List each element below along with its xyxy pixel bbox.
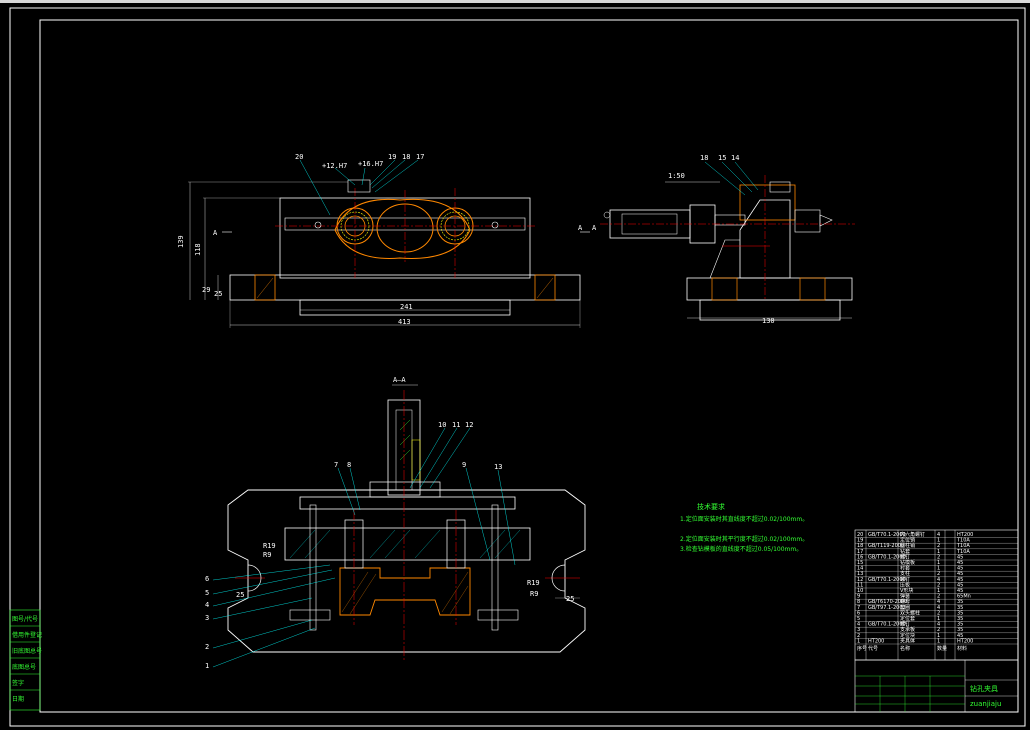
front-balloon-h7-12: +12.H7	[322, 162, 347, 170]
cad-drawing-canvas: 图号/代号 借用件登记 旧底图总号 底图总号 签字 日期 139 118 29 …	[0, 0, 1030, 727]
front-balloon-18: 18	[402, 153, 410, 161]
drawing-title: 钻孔夹具	[970, 684, 998, 693]
dim-radius-l: R19	[263, 542, 276, 550]
section-balloon-8: 8	[347, 461, 351, 469]
outer-frame	[9, 7, 1026, 727]
tech-requirements: 技术要求 1.定位面安装时其直线度不超过0.02/100mm。 2.定位面安装时…	[680, 502, 808, 553]
left-tab-1: 图号/代号	[12, 615, 38, 623]
side-balloon-14: 14	[731, 154, 739, 162]
dim-left-25: 25	[236, 591, 244, 599]
bom-cell: 1	[857, 638, 860, 644]
dim-side-width: 130	[762, 317, 775, 325]
tech-req-title: 技术要求	[697, 502, 725, 511]
front-balloon-20: 20	[295, 153, 303, 161]
bom-cell: GB/T119-2000	[868, 543, 904, 549]
side-view: 130 A A 1:50 18 15 14	[578, 154, 855, 325]
section-balloon-13: 13	[494, 463, 502, 471]
left-tab-6: 日期	[12, 695, 24, 703]
tech-req-item-3: 3.检查钻模板的直线度不超过0.05/100mm。	[680, 545, 802, 553]
left-binding-strip: 图号/代号 借用件登记 旧底图总号 底图总号 签字 日期	[9, 609, 42, 711]
front-balloon-h7-16: +16.H7	[358, 160, 383, 168]
section-title: A—A	[393, 376, 406, 384]
section-mark-side-right: A	[592, 224, 597, 232]
section-balloon-11: 11	[452, 421, 460, 429]
front-balloon-19: 19	[388, 153, 396, 161]
window-top-strip	[0, 0, 1030, 3]
bom-header-cell: 数量	[937, 645, 947, 652]
section-balloon-1: 1	[205, 662, 209, 670]
side-scale-note: 1:50	[668, 172, 685, 180]
bom-header-cell: 名称	[900, 645, 910, 652]
left-tab-5: 签字	[12, 679, 24, 687]
bill-of-materials: 20 GB/T70.1-2000内六角螺钉 4 HT20019 定位销 1 T10A18 GB…	[854, 529, 1019, 661]
section-balloon-12: 12	[465, 421, 473, 429]
dim-radius-r2: R9	[530, 590, 538, 598]
dim-radius-r: R19	[527, 579, 540, 587]
dim-front-base-h1: 29	[202, 286, 210, 294]
tech-req-item-1: 1.定位面安装时其直线度不超过0.02/100mm。	[680, 515, 808, 523]
side-balloon-18: 18	[700, 154, 708, 162]
section-balloon-3: 3	[205, 614, 209, 622]
section-balloon-5: 5	[205, 589, 209, 597]
section-mark-side-left: A	[578, 224, 583, 232]
dim-front-height: 139	[177, 235, 185, 248]
bom-cell: HT200	[868, 638, 884, 644]
section-mark-left: A	[213, 229, 218, 237]
section-balloon-9: 9	[462, 461, 466, 469]
bom-header-cell: 材料	[957, 645, 967, 652]
dim-front-base-h2: 25	[214, 290, 222, 298]
bom-cell: 1	[937, 638, 940, 644]
dim-front-total-width: 413	[398, 318, 411, 326]
title-block: 钻孔夹具 zuanjiaju	[854, 659, 1019, 713]
left-tab-3: 旧底图总号	[12, 647, 42, 655]
drawing-title-pinyin: zuanjiaju	[970, 700, 1001, 708]
tech-req-item-2: 2.定位面安装时其平行度不超过0.02/100mm。	[680, 535, 808, 543]
left-tab-2: 借用件登记	[12, 631, 42, 639]
dim-front-base-width: 241	[400, 303, 413, 311]
dim-radius-l2: R9	[263, 551, 271, 559]
section-balloon-6: 6	[205, 575, 209, 583]
bom-cell: HT200	[957, 638, 973, 644]
bom-header-cell: 序号	[857, 645, 867, 652]
section-view-a-a: A—A R19 R9 25 R19 R9 25 7 8 10 11 12 9 1…	[205, 376, 586, 670]
front-balloon-17: 17	[416, 153, 424, 161]
front-view: 139 118 29 25 241 413 A 20 +12.H7 +16.H7…	[177, 153, 581, 328]
dim-front-height-inner: 118	[194, 243, 202, 256]
bom-cell: 夹具体	[900, 637, 915, 644]
section-balloon-4: 4	[205, 601, 209, 609]
left-tab-4: 底图总号	[12, 663, 36, 671]
dim-right-25: 25	[566, 595, 574, 603]
bom-header-cell: 代号	[868, 645, 878, 652]
side-balloon-15: 15	[718, 154, 726, 162]
section-balloon-7: 7	[334, 461, 338, 469]
section-balloon-2: 2	[205, 643, 209, 651]
section-balloon-10: 10	[438, 421, 446, 429]
